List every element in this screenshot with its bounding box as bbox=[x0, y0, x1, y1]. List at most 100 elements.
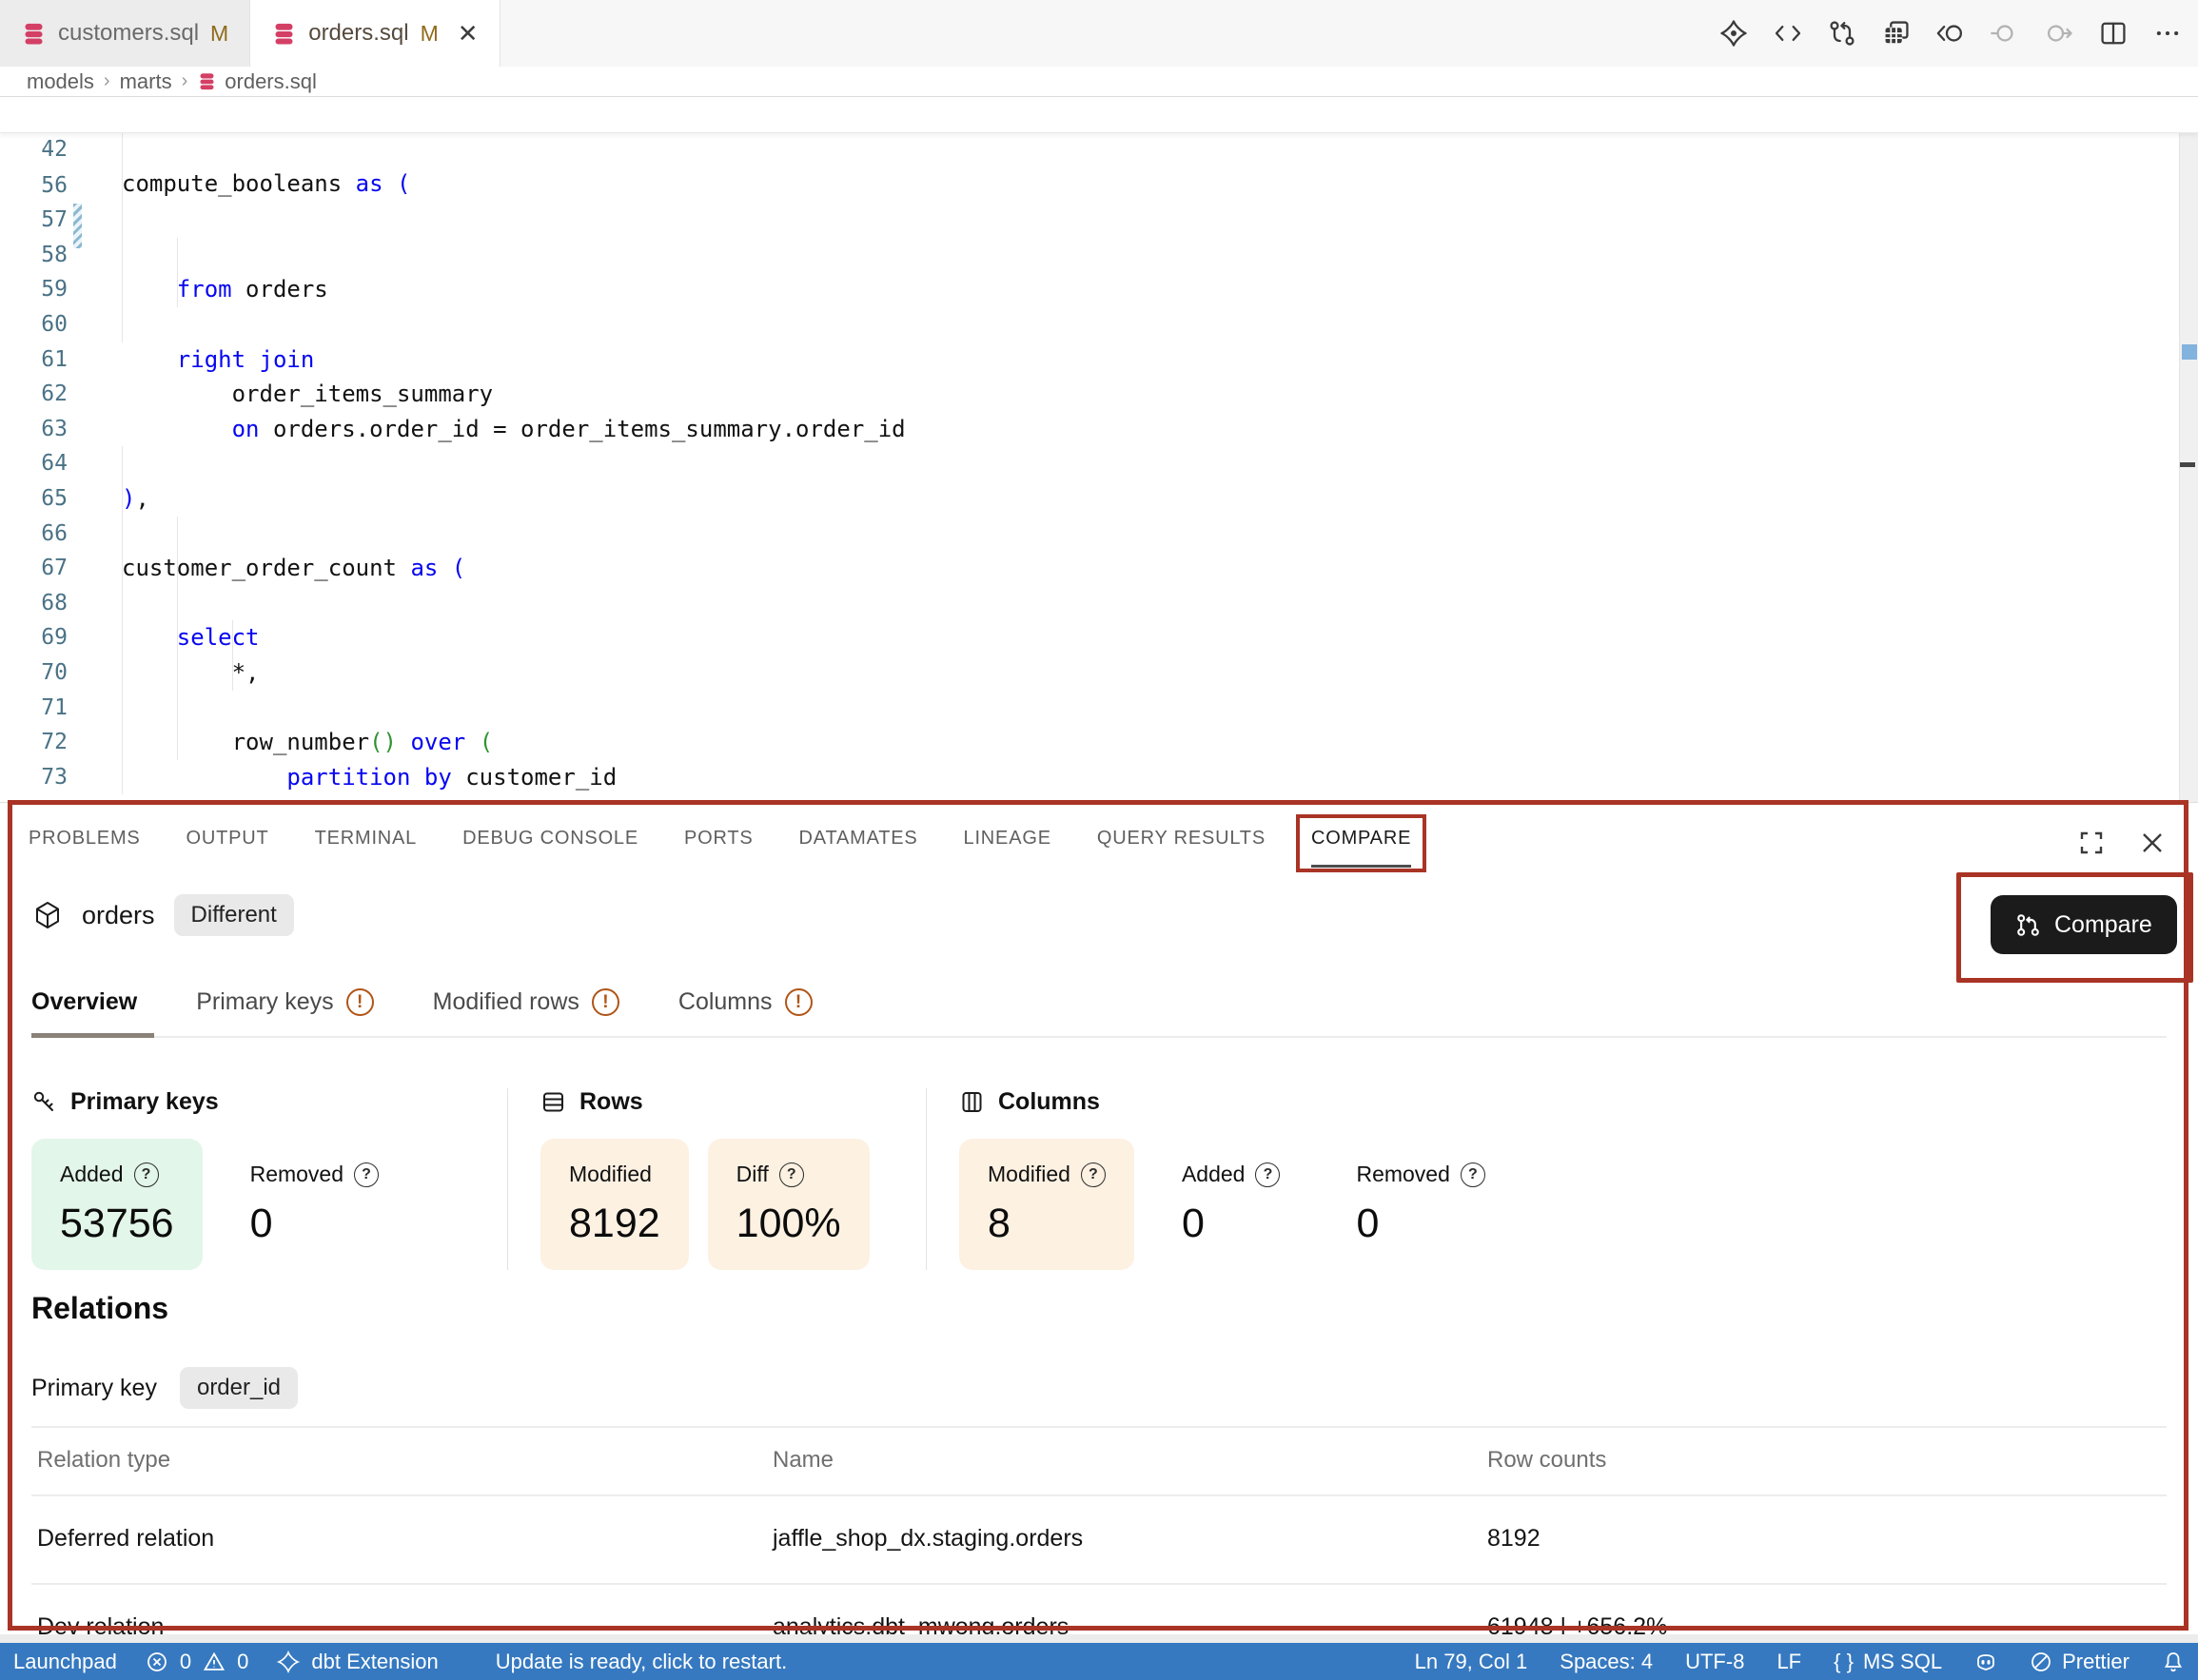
panel-tab-bar: Problems Output Terminal Debug Console P… bbox=[29, 828, 1411, 868]
indent-guide bbox=[122, 133, 123, 168]
stat-value: 0 bbox=[1182, 1201, 1281, 1247]
primary-key-label: Primary key bbox=[31, 1375, 157, 1402]
slash-circle-icon bbox=[2030, 1651, 2052, 1673]
error-count: 0 bbox=[180, 1650, 191, 1674]
code-line: 42 compute_booleans as ( bbox=[0, 97, 2198, 132]
view-tab-columns[interactable]: Columns ! bbox=[678, 988, 830, 1038]
indent-guide bbox=[122, 203, 123, 238]
tab-orders-sql[interactable]: orders.sql M ✕ bbox=[250, 0, 500, 67]
column-header: Relation type bbox=[37, 1447, 773, 1474]
stats-group-rows: Rows Modified 8192 Diff ? 100% bbox=[507, 1088, 926, 1270]
copilot-icon[interactable] bbox=[1974, 1651, 1997, 1673]
help-icon[interactable]: ? bbox=[1081, 1162, 1106, 1187]
view-tab-modified-rows[interactable]: Modified rows ! bbox=[433, 988, 637, 1038]
line-number: 42 bbox=[0, 132, 68, 167]
launchpad-button[interactable]: Launchpad bbox=[13, 1650, 117, 1674]
view-tab-overview[interactable]: Overview bbox=[31, 988, 154, 1038]
warning-circle-icon: ! bbox=[346, 988, 374, 1016]
tab-customers-sql[interactable]: customers.sql M bbox=[0, 0, 250, 67]
language-mode[interactable]: { } MS SQL bbox=[1834, 1650, 1942, 1674]
nav-circle-icon[interactable] bbox=[1990, 18, 2020, 49]
breadcrumb-item-models[interactable]: models bbox=[27, 69, 94, 94]
eol-status[interactable]: LF bbox=[1776, 1650, 1801, 1674]
panel-tab-output[interactable]: Output bbox=[186, 828, 269, 868]
stat-card-removed: Removed ? 0 bbox=[222, 1139, 407, 1270]
panel-resize-strip[interactable] bbox=[0, 1634, 2198, 1643]
cursor-position[interactable]: Ln 79, Col 1 bbox=[1415, 1650, 1528, 1674]
panel-tab-terminal[interactable]: Terminal bbox=[315, 828, 418, 868]
dbt-extension-status[interactable]: dbt Extension bbox=[277, 1650, 438, 1674]
indent-guide bbox=[122, 481, 123, 517]
rows-icon bbox=[540, 1089, 566, 1115]
panel-tab-ports[interactable]: Ports bbox=[684, 828, 754, 868]
help-icon[interactable]: ? bbox=[354, 1162, 379, 1187]
sticky-scroll-line[interactable]: 42 compute_booleans as ( bbox=[0, 97, 2198, 133]
encoding-status[interactable]: UTF-8 bbox=[1685, 1650, 1744, 1674]
help-icon[interactable]: ? bbox=[134, 1162, 159, 1187]
tab-filename: orders.sql bbox=[308, 20, 408, 47]
notifications-bell-icon[interactable] bbox=[2162, 1651, 2185, 1673]
git-compare-icon[interactable] bbox=[1827, 18, 1857, 49]
code-line: 73 bbox=[0, 725, 2177, 760]
column-header: Name bbox=[773, 1447, 1487, 1474]
table-cell: Deferred relation bbox=[37, 1525, 773, 1553]
code-line: 70 partition by customer_id bbox=[0, 620, 2177, 655]
code-line: 63 bbox=[0, 377, 2177, 412]
code-line: 62 ), bbox=[0, 342, 2177, 378]
help-icon[interactable]: ? bbox=[779, 1162, 804, 1187]
indentation-status[interactable]: Spaces: 4 bbox=[1560, 1650, 1653, 1674]
panel-tab-datamates[interactable]: Datamates bbox=[799, 828, 918, 868]
nav-forward-icon[interactable] bbox=[2044, 18, 2074, 49]
code-icon[interactable] bbox=[1773, 18, 1803, 49]
split-editor-icon[interactable] bbox=[2098, 18, 2129, 49]
breadcrumb-item-marts[interactable]: marts bbox=[120, 69, 172, 94]
status-bar: Launchpad 0 0 dbt Extension Update is re… bbox=[0, 1643, 2198, 1680]
more-icon[interactable] bbox=[2152, 18, 2183, 49]
code-line: 69 row_number() over ( bbox=[0, 586, 2177, 621]
close-icon[interactable]: ✕ bbox=[458, 19, 479, 49]
editor-scrollbar[interactable] bbox=[2179, 97, 2198, 802]
compare-button[interactable]: Compare bbox=[1991, 895, 2177, 954]
code-line: 67 *, bbox=[0, 517, 2177, 552]
panel-tab-compare[interactable]: Compare bbox=[1311, 828, 1411, 868]
code-line: 72 ) as customer_order_number bbox=[0, 691, 2177, 726]
indent-guide bbox=[122, 517, 123, 552]
indent-guide bbox=[232, 620, 233, 655]
indent-guide bbox=[122, 691, 123, 726]
help-icon[interactable]: ? bbox=[1255, 1162, 1280, 1187]
stat-value: 8 bbox=[988, 1201, 1106, 1247]
sql-file-icon bbox=[21, 21, 47, 47]
warning-circle-icon: ! bbox=[592, 988, 619, 1016]
code-lines: 56 from orders 57 58 right join 59 order… bbox=[0, 133, 2177, 802]
maximize-panel-icon[interactable] bbox=[2078, 830, 2105, 856]
panel-tab-problems[interactable]: Problems bbox=[29, 828, 141, 868]
stat-value: 100% bbox=[736, 1201, 841, 1247]
indent-guide bbox=[177, 272, 178, 307]
stat-value: 0 bbox=[250, 1201, 379, 1247]
relations-heading: Relations bbox=[31, 1291, 168, 1326]
panel-actions bbox=[2078, 830, 2166, 856]
table-copy-icon[interactable] bbox=[1881, 18, 1912, 49]
panel-tab-debug-console[interactable]: Debug Console bbox=[462, 828, 638, 868]
indent-guide bbox=[177, 238, 178, 273]
table-header: Relation typeNameRow counts bbox=[31, 1428, 2167, 1496]
code-line: 60 on orders.order_id = order_items_summ… bbox=[0, 272, 2177, 307]
code-line: 75 bbox=[0, 794, 2177, 802]
indent-guide bbox=[177, 620, 178, 655]
formatter-status[interactable]: Prettier bbox=[2030, 1650, 2129, 1674]
code-editor[interactable]: 42 compute_booleans as ( 56 from orders … bbox=[0, 97, 2198, 802]
breadcrumb-item-file[interactable]: orders.sql bbox=[197, 69, 317, 94]
panel-tab-query-results[interactable]: Query Results bbox=[1097, 828, 1266, 868]
problems-status[interactable]: 0 0 bbox=[146, 1650, 249, 1674]
close-panel-icon[interactable] bbox=[2139, 830, 2166, 856]
scrollbar-selection-mark bbox=[2182, 344, 2197, 360]
view-tab-primary-keys[interactable]: Primary keys ! bbox=[196, 988, 390, 1038]
indent-guide bbox=[177, 725, 178, 760]
indent-guide bbox=[177, 691, 178, 726]
stat-card-diff: Diff ? 100% bbox=[708, 1139, 870, 1270]
update-message[interactable]: Update is ready, click to restart. bbox=[496, 1650, 788, 1674]
panel-tab-lineage[interactable]: Lineage bbox=[964, 828, 1051, 868]
help-icon[interactable]: ? bbox=[1461, 1162, 1485, 1187]
dbt-icon[interactable] bbox=[1718, 18, 1749, 49]
nav-back-icon[interactable] bbox=[1935, 18, 1966, 49]
